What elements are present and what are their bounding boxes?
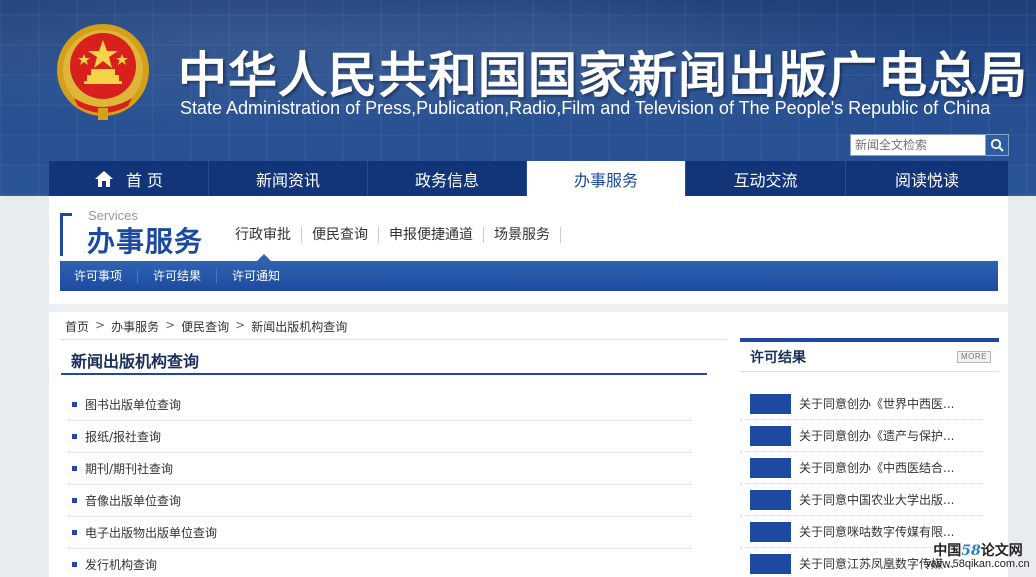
list-item-label: 关于同意创办《中西医结合... <box>799 461 955 475</box>
square-bullet-icon <box>72 498 77 503</box>
breadcrumb-sep: > <box>235 318 246 332</box>
subnav-item-scene-service[interactable]: 场景服务 <box>484 227 561 243</box>
square-bullet-icon <box>72 434 77 439</box>
sidebar-header: 许可结果 MORE <box>740 342 999 372</box>
list-item-label: 音像出版单位查询 <box>85 494 182 508</box>
list-item-label: 发行机构查询 <box>85 558 158 572</box>
nav-news[interactable]: 新闻资讯 <box>209 161 368 196</box>
breadcrumb-public-query[interactable]: 便民查询 <box>181 318 229 335</box>
section-divider <box>49 304 1008 312</box>
list-item-label: 关于同意创办《遗产与保护... <box>799 429 955 443</box>
magnifier-icon <box>990 138 1004 152</box>
square-bullet-icon <box>72 402 77 407</box>
nav-home-label: 首 页 <box>125 170 164 190</box>
query-list: 图书出版单位查询 报纸/报社查询 期刊/期刊社查询 音像出版单位查询 电子出版物… <box>68 389 691 577</box>
watermark-logo: 中国58论文网 www.58qikan.com.cn <box>920 540 1036 577</box>
page-title: 新闻出版机构查询 <box>71 352 200 371</box>
blue-tag-icon <box>750 457 791 478</box>
content-panel: Services 办事服务 行政审批 便民查询 申报便捷通道 场景服务 许可事项… <box>49 196 1008 577</box>
breadcrumb-sep: > <box>165 318 176 332</box>
search-box <box>850 134 1009 156</box>
watermark-url: www.58qikan.com.cn <box>926 558 1030 570</box>
bar-item-license-notices[interactable]: 许可通知 <box>217 269 295 283</box>
list-item-label: 电子出版物出版单位查询 <box>85 526 218 540</box>
home-icon <box>94 170 113 187</box>
nav-services[interactable]: 办事服务 <box>527 161 686 196</box>
section-bracket-top <box>60 213 72 216</box>
section-title: 办事服务 <box>87 225 204 258</box>
watermark-text-b: 论文网 <box>980 543 1023 559</box>
nav-government-info-label: 政务信息 <box>414 170 479 190</box>
list-item[interactable]: 电子出版物出版单位查询 <box>68 517 691 549</box>
search-input[interactable] <box>850 134 986 156</box>
blue-tag-icon <box>750 425 791 446</box>
square-bullet-icon <box>72 530 77 535</box>
section-subnav: 行政审批 便民查询 申报便捷通道 场景服务 <box>235 227 561 243</box>
square-bullet-icon <box>72 562 77 567</box>
list-item-label: 图书出版单位查询 <box>85 398 182 412</box>
title-rule <box>61 373 707 375</box>
list-item[interactable]: 期刊/期刊社查询 <box>68 453 691 485</box>
watermark-text-a: 中国 <box>933 543 962 559</box>
search-button[interactable] <box>986 134 1009 156</box>
blue-tag-icon <box>750 489 791 510</box>
bar-item-license-items[interactable]: 许可事项 <box>60 269 139 283</box>
blue-tag-icon <box>750 553 791 574</box>
breadcrumb-home[interactable]: 首页 <box>65 318 89 335</box>
breadcrumb-sep: > <box>95 318 106 332</box>
list-item[interactable]: 发行机构查询 <box>68 549 691 577</box>
nav-news-label: 新闻资讯 <box>255 170 320 190</box>
subnav-item-approval[interactable]: 行政审批 <box>235 227 302 243</box>
nav-reading[interactable]: 阅读悦读 <box>846 161 1008 196</box>
watermark-title: 中国58论文网 <box>920 540 1036 560</box>
list-item-label: 报纸/报社查询 <box>85 430 162 444</box>
list-item-label: 期刊/期刊社查询 <box>85 462 174 476</box>
bar-item-license-results[interactable]: 许可结果 <box>138 269 218 283</box>
main-nav: 首 页 新闻资讯 政务信息 办事服务 互动交流 阅读悦读 <box>49 161 1008 196</box>
list-item-label: 关于同意创办《世界中西医... <box>799 397 955 411</box>
subnav-item-fast-channel[interactable]: 申报便捷通道 <box>379 227 484 243</box>
list-item[interactable]: 报纸/报社查询 <box>68 421 691 453</box>
more-button[interactable]: MORE <box>957 350 991 363</box>
breadcrumb: 首页 > 办事服务 > 便民查询 > 新闻出版机构查询 <box>65 318 347 335</box>
nav-reading-label: 阅读悦读 <box>894 170 959 190</box>
blue-tag-icon <box>750 393 791 414</box>
sidebar-title: 许可结果 <box>750 349 806 366</box>
list-item[interactable]: 音像出版单位查询 <box>68 485 691 517</box>
subnav-item-public-query[interactable]: 便民查询 <box>302 227 379 243</box>
list-item-label: 关于同意中国农业大学出版... <box>799 493 955 507</box>
section-bracket <box>60 213 63 256</box>
site-title: 中华人民共和国国家新闻出版广电总局 <box>178 47 1029 104</box>
watermark-number: 58 <box>961 543 981 559</box>
nav-interaction[interactable]: 互动交流 <box>686 161 846 196</box>
list-item[interactable]: 关于同意创办《遗产与保护... <box>740 420 983 452</box>
breadcrumb-current: 新闻出版机构查询 <box>251 320 348 334</box>
subnav-pointer <box>257 254 271 261</box>
site-title-english: State Administration of Press,Publicatio… <box>180 98 991 118</box>
square-bullet-icon <box>72 466 77 471</box>
list-item[interactable]: 关于同意创办《中西医结合... <box>740 452 983 484</box>
list-item[interactable]: 关于同意中国农业大学出版... <box>740 484 983 516</box>
license-bar: 许可事项 许可结果 许可通知 <box>60 261 998 291</box>
blue-tag-icon <box>750 521 791 542</box>
nav-interaction-label: 互动交流 <box>733 170 798 190</box>
nav-home[interactable]: 首 页 <box>49 161 209 196</box>
list-item[interactable]: 图书出版单位查询 <box>68 389 691 421</box>
breadcrumb-divider <box>60 339 727 340</box>
national-emblem-icon[interactable] <box>54 20 152 124</box>
list-item-label: 关于同意咪咕数字传媒有限... <box>799 525 955 539</box>
nav-services-label: 办事服务 <box>573 170 638 190</box>
nav-government-info[interactable]: 政务信息 <box>368 161 527 196</box>
list-item[interactable]: 关于同意创办《世界中西医... <box>740 388 983 420</box>
breadcrumb-services[interactable]: 办事服务 <box>111 318 159 335</box>
